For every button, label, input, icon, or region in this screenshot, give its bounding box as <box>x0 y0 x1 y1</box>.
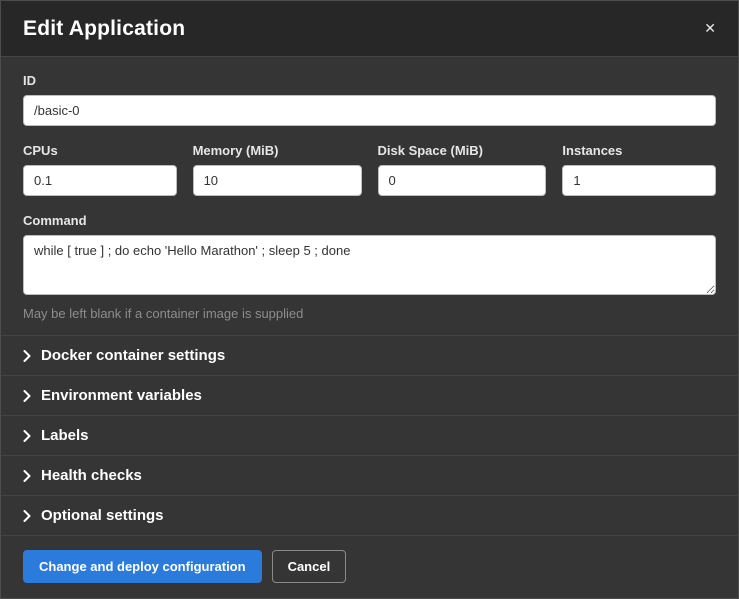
modal-header: Edit Application ✕ <box>1 1 738 57</box>
chevron-right-icon <box>23 470 31 482</box>
instances-input[interactable] <box>562 165 716 196</box>
modal-footer: Change and deploy configuration Cancel <box>1 536 738 599</box>
id-field-group: ID <box>23 73 716 126</box>
chevron-right-icon <box>23 390 31 402</box>
id-input[interactable] <box>23 95 716 126</box>
section-label: Optional settings <box>41 507 164 524</box>
application-form: ID CPUs Memory (MiB) Disk Space (MiB) In… <box>1 57 738 335</box>
chevron-right-icon <box>23 430 31 442</box>
cpus-input[interactable] <box>23 165 177 196</box>
change-and-deploy-button[interactable]: Change and deploy configuration <box>23 550 262 583</box>
cancel-button[interactable]: Cancel <box>272 550 347 583</box>
section-label: Health checks <box>41 467 142 484</box>
instances-field-group: Instances <box>562 143 716 196</box>
modal-title: Edit Application <box>23 17 185 41</box>
section-label: Labels <box>41 427 89 444</box>
instances-label: Instances <box>562 143 716 158</box>
disk-field-group: Disk Space (MiB) <box>378 143 547 196</box>
id-label: ID <box>23 73 716 88</box>
command-field-group: Command while [ true ] ; do echo 'Hello … <box>23 213 716 321</box>
command-help-text: May be left blank if a container image i… <box>23 306 716 321</box>
collapsible-sections: Docker container settings Environment va… <box>1 335 738 536</box>
close-icon[interactable]: ✕ <box>704 21 716 35</box>
resources-row: CPUs Memory (MiB) Disk Space (MiB) Insta… <box>23 143 716 196</box>
disk-label: Disk Space (MiB) <box>378 143 547 158</box>
section-docker-container-settings[interactable]: Docker container settings <box>1 335 738 375</box>
command-label: Command <box>23 213 716 228</box>
cpus-label: CPUs <box>23 143 177 158</box>
section-labels[interactable]: Labels <box>1 415 738 455</box>
memory-input[interactable] <box>193 165 362 196</box>
section-label: Environment variables <box>41 387 202 404</box>
edit-application-modal: Edit Application ✕ ID CPUs Memory (MiB) … <box>0 0 739 599</box>
section-environment-variables[interactable]: Environment variables <box>1 375 738 415</box>
memory-label: Memory (MiB) <box>193 143 362 158</box>
section-optional-settings[interactable]: Optional settings <box>1 495 738 536</box>
section-label: Docker container settings <box>41 347 225 364</box>
command-textarea[interactable]: while [ true ] ; do echo 'Hello Marathon… <box>23 235 716 295</box>
disk-input[interactable] <box>378 165 547 196</box>
chevron-right-icon <box>23 510 31 522</box>
cpus-field-group: CPUs <box>23 143 177 196</box>
section-health-checks[interactable]: Health checks <box>1 455 738 495</box>
chevron-right-icon <box>23 350 31 362</box>
memory-field-group: Memory (MiB) <box>193 143 362 196</box>
